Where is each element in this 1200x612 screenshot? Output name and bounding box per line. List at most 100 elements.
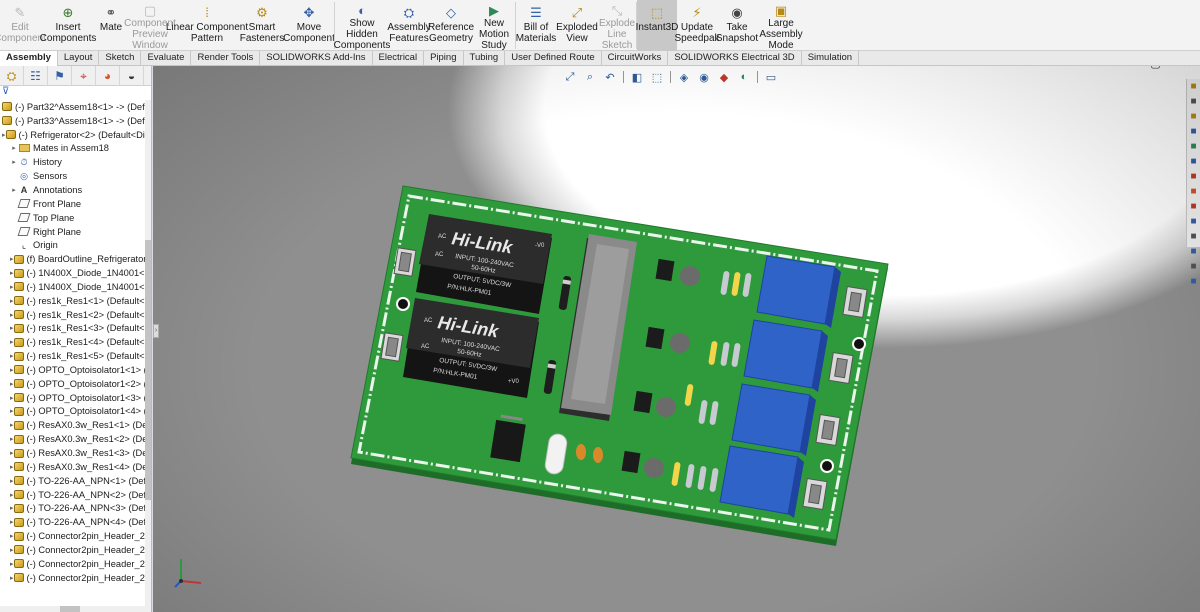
tree-item[interactable]: (-) Part33^Assem18<1> -> (Default< xyxy=(0,114,151,128)
ribbon-button-label: Linear Component Pattern xyxy=(165,22,249,44)
tab-render-tools[interactable]: Render Tools xyxy=(191,51,261,66)
tree-item[interactable]: ▸ (-) ResAX0.3w_Res1<3> (Default xyxy=(0,446,151,460)
tree-item[interactable]: ▸ (f) BoardOutline_Refrigerator<1> xyxy=(0,252,151,266)
tree-item[interactable]: ▸ Mates in Assem18 xyxy=(0,142,146,156)
part-icon xyxy=(13,531,24,541)
tree-item[interactable]: ▸ (-) Connector2pin_Header_2<2> xyxy=(0,543,151,557)
property-manager-icon[interactable]: ☷ xyxy=(24,66,48,86)
tree-item-label: (-) Connector2pin_Header_2<2> xyxy=(26,544,152,555)
tree-item[interactable]: ▸ (-) Refrigerator<2> (Default<Display xyxy=(0,128,151,142)
configuration-manager-icon[interactable]: ⚑ xyxy=(48,66,72,86)
assembly-features-button[interactable]: ⛭ Assembly Features xyxy=(387,0,430,51)
tree-scroll-thumb[interactable] xyxy=(145,240,151,500)
speedpak-button[interactable]: ⚡ Update Speedpak xyxy=(674,0,719,51)
tree-item[interactable]: ▸ (-) Connector2pin_Header_2<4> xyxy=(0,571,151,585)
dimxpert-icon[interactable]: ⌖ xyxy=(72,66,96,86)
tree-item[interactable]: ▸(-) 1N400X_Diode_1N4001<1> (D xyxy=(0,266,151,280)
tree-item[interactable]: ▸ (-) res1k_Res1<1> (Default<<Def xyxy=(0,294,151,308)
expand-arrow-icon[interactable]: ▸ xyxy=(10,144,18,152)
tab-user-defined-route[interactable]: User Defined Route xyxy=(505,51,602,66)
more-icon[interactable]: ◒ xyxy=(120,66,144,86)
tree-item[interactable]: ▸(-) 1N400X_Diode_1N4001<2> (D xyxy=(0,280,151,294)
tree-horizontal-scroll-thumb[interactable] xyxy=(60,606,80,612)
feature-manager-panel: ⛭ ☷ ⚑ ⌖ ◕ ◒ ⊽ (-) Part32^Assem18<1> -> (Defau… xyxy=(0,66,152,612)
tree-item[interactable]: ▸ (-) OPTO_Optoisolator1<1> (Def xyxy=(0,363,151,377)
large-assembly-button[interactable]: ▣ Large Assembly Mode xyxy=(757,0,805,52)
tree-item[interactable]: ◎ Sensors xyxy=(0,169,146,183)
tree-item-label: (f) BoardOutline_Refrigerator<1> xyxy=(26,254,152,265)
tree-item[interactable]: ▸ (-) TO-226-AA_NPN<3> (Default xyxy=(0,501,151,515)
part-icon xyxy=(13,545,24,555)
tree-item[interactable]: ▸ (-) ResAX0.3w_Res1<2> (Default xyxy=(0,432,151,446)
tab-assembly[interactable]: Assembly xyxy=(0,51,58,66)
tree-item[interactable]: ▸ (-) Connector2pin_Header_2<1> xyxy=(0,529,151,543)
part-icon xyxy=(13,365,24,375)
part-icon xyxy=(13,351,24,361)
linear-pattern-button[interactable]: ⁞ Linear Component Pattern xyxy=(166,0,248,51)
move-component-button[interactable]: ✥ Move Component xyxy=(283,0,335,51)
tab-piping[interactable]: Piping xyxy=(424,51,464,66)
tree-item[interactable]: ▸ (-) ResAX0.3w_Res1<1> (Default xyxy=(0,418,151,432)
tree-item[interactable]: ▸ (-) res1k_Res1<5> (Default<<Def xyxy=(0,349,151,363)
edit-component-button[interactable]: ✎Edit Component xyxy=(0,0,46,51)
tree-item-label: (-) ResAX0.3w_Res1<3> (Default xyxy=(26,448,152,459)
tree-item[interactable]: ⌞ Origin xyxy=(0,238,146,252)
mate-button[interactable]: ⚭ Mate xyxy=(96,0,126,51)
show-hidden-button[interactable]: ◐ Show Hidden Components xyxy=(334,0,391,52)
tree-item[interactable]: ▸ (-) TO-226-AA_NPN<2> (Default xyxy=(0,488,151,502)
tab-solidworks-electrical-3d[interactable]: SOLIDWORKS Electrical 3D xyxy=(668,51,802,66)
tree-item-label: Mates in Assem18 xyxy=(33,143,109,154)
tree-item[interactable]: Right Plane xyxy=(0,225,146,239)
tree-item-label: Annotations xyxy=(33,184,83,195)
tree-item[interactable]: Top Plane xyxy=(0,211,146,225)
exploded-view-button[interactable]: ⤢ Exploded View xyxy=(556,0,598,51)
display-manager-icon[interactable]: ◕ xyxy=(96,66,120,86)
ribbon-button-label: Mate xyxy=(99,22,123,33)
tree-item[interactable]: ▸ (-) TO-226-AA_NPN<1> (Default xyxy=(0,474,151,488)
explode-line-button[interactable]: ⤡ Explode Line Sketch xyxy=(598,0,636,52)
tree-item[interactable]: Front Plane xyxy=(0,197,146,211)
tree-item[interactable]: ▸ ⏱ History xyxy=(0,155,146,169)
tab-sketch[interactable]: Sketch xyxy=(99,51,142,66)
linear-pattern-icon: ⁞ xyxy=(205,4,209,20)
tab-tubing[interactable]: Tubing xyxy=(464,51,506,66)
mounting-hole xyxy=(396,297,410,311)
tree-item[interactable]: ▸ (-) OPTO_Optoisolator1<2> (Def xyxy=(0,377,151,391)
pcb-model[interactable]: Hi-Link INPUT: 100-240VAC 50-60Hz OUTPUT… xyxy=(153,66,1200,612)
feature-tree-icon[interactable]: ⛭ xyxy=(0,66,24,86)
tree-item[interactable]: ▸ (-) res1k_Res1<4> (Default<<Def xyxy=(0,335,151,349)
tree-horizontal-scrollbar[interactable] xyxy=(0,606,151,612)
smart-fasteners-button[interactable]: ⚙ Smart Fasteners xyxy=(240,0,284,51)
graphics-area[interactable]: › ⤢⌕↶◧⬚◈◉◆◐▭ ⧉▢–✕ ■■■■■■■■■■■■■■ Hi-Link… xyxy=(153,66,1200,612)
snapshot-button[interactable]: ◉ Take Snapshot xyxy=(716,0,758,51)
motion-study-button[interactable]: ▶ New Motion Study xyxy=(473,0,515,52)
tree-item[interactable]: ▸ (-) res1k_Res1<2> (Default<<Def xyxy=(0,308,151,322)
part-icon xyxy=(13,559,24,569)
filter-icon[interactable]: ⊽ xyxy=(0,86,151,100)
reference-geometry-button[interactable]: ◇ Reference Geometry xyxy=(428,0,474,51)
tab-evaluate[interactable]: Evaluate xyxy=(141,51,192,66)
tree-item[interactable]: ▸ (-) ResAX0.3w_Res1<4> (Default xyxy=(0,460,151,474)
ribbon-button-label: Move Component xyxy=(283,22,335,44)
tab-electrical[interactable]: Electrical xyxy=(373,51,425,66)
instant3d-button[interactable]: ⬚ Instant3D xyxy=(636,0,678,51)
tree-item[interactable]: ▸ (-) Connector2pin_Header_2<3> xyxy=(0,557,151,571)
tab-solidworks-add-ins[interactable]: SOLIDWORKS Add-Ins xyxy=(260,51,373,66)
tab-circuitworks[interactable]: CircuitWorks xyxy=(602,51,669,66)
expand-arrow-icon[interactable]: ▸ xyxy=(10,186,18,194)
tree-scrollbar[interactable] xyxy=(145,100,151,612)
tree-item[interactable]: ▸ (-) OPTO_Optoisolator1<4> (Def xyxy=(0,405,151,419)
expand-arrow-icon[interactable]: ▸ xyxy=(10,158,18,166)
tab-simulation[interactable]: Simulation xyxy=(802,51,860,66)
tree-item[interactable]: ▸ (-) TO-226-AA_NPN<4> (Default xyxy=(0,515,151,529)
edit-component-icon: ✎ xyxy=(14,4,26,20)
tree-item[interactable]: ▸ (-) OPTO_Optoisolator1<3> (Def xyxy=(0,391,151,405)
part-icon xyxy=(13,573,24,583)
insert-components-button[interactable]: ⊕ Insert Components xyxy=(40,0,97,51)
tree-item[interactable]: (-) Part32^Assem18<1> -> (Default< xyxy=(0,100,151,114)
part-icon xyxy=(2,116,12,126)
tree-item[interactable]: ▸ A Annotations xyxy=(0,183,146,197)
tree-item[interactable]: ▸ (-) res1k_Res1<3> (Default<<Def xyxy=(0,322,151,336)
bill-of-materials-button[interactable]: ☰ Bill of Materials xyxy=(516,0,557,51)
tab-layout[interactable]: Layout xyxy=(58,51,100,66)
